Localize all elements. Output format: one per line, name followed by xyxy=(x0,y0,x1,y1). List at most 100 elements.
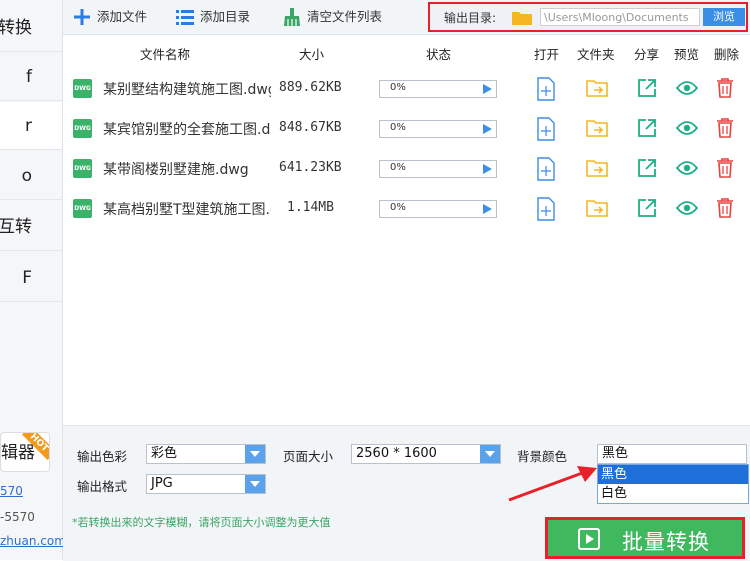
dropdown-option-white[interactable]: 白色 xyxy=(598,484,748,503)
sidebar-item-label: f xyxy=(26,67,32,87)
share-icon[interactable] xyxy=(637,198,657,218)
chevron-down-icon[interactable] xyxy=(726,445,746,463)
output-directory-bar: 输出目录: \Users\Mloong\Documents 浏览 xyxy=(428,2,748,32)
sidebar-item-3-active[interactable]: r xyxy=(0,102,62,150)
dwg-file-icon: DWG xyxy=(73,159,92,178)
batch-convert-button[interactable]: 批量转换 xyxy=(545,517,745,559)
sidebar-item-mutual-convert[interactable]: 互转 xyxy=(0,203,62,251)
file-size: 641.23KB xyxy=(279,160,342,175)
file-name: 某别墅结构建筑施工图.dwg xyxy=(103,82,271,98)
output-color-select[interactable]: 彩色 xyxy=(146,444,266,464)
clear-list-button[interactable]: 清空文件列表 xyxy=(283,0,403,34)
website-link[interactable]: zhuan.com xyxy=(0,534,66,548)
blur-hint-text: *若转换出来的文字模糊，请将页面大小调整为更大值 xyxy=(72,516,331,529)
chevron-down-icon[interactable] xyxy=(480,445,500,463)
editor-promo-label: 辑器 xyxy=(1,443,35,463)
output-format-select[interactable]: JPG xyxy=(146,474,266,494)
output-format-label: 输出格式 xyxy=(77,479,128,494)
output-format-value: JPG xyxy=(151,476,173,491)
background-color-dropdown: 黑色 白色 xyxy=(597,464,749,504)
share-icon[interactable] xyxy=(637,158,657,178)
open-file-icon[interactable] xyxy=(537,157,555,181)
open-folder-icon[interactable] xyxy=(586,199,608,217)
file-size: 848.67KB xyxy=(279,120,342,135)
output-path-input[interactable]: \Users\Mloong\Documents xyxy=(540,8,700,26)
page-size-label: 页面大小 xyxy=(283,449,334,464)
list-icon xyxy=(176,10,194,25)
sidebar-item-convert[interactable]: 转换 xyxy=(0,4,62,52)
background-color-select[interactable]: 黑色 xyxy=(597,444,747,464)
sidebar-item-label: F xyxy=(22,268,32,288)
open-folder-icon[interactable] xyxy=(586,119,608,137)
page-size-select[interactable]: 2560 * 1600 xyxy=(351,444,501,464)
file-name: 某宾馆别墅的全套施工图.dwg xyxy=(103,122,271,138)
chevron-down-icon[interactable] xyxy=(245,475,265,493)
sidebar: 转换 f r o 互转 F xyxy=(0,0,63,560)
sidebar-item-4[interactable]: o xyxy=(0,152,62,200)
header-name: 文件名称 xyxy=(140,47,191,62)
sidebar-item-label: o xyxy=(21,166,32,186)
add-dir-label: 添加目录 xyxy=(200,9,251,24)
editor-promo-button[interactable]: 辑器 HOT xyxy=(0,432,50,472)
browse-button[interactable]: 浏览 xyxy=(703,8,745,26)
share-icon[interactable] xyxy=(637,78,657,98)
add-file-label: 添加文件 xyxy=(97,9,148,24)
file-row[interactable]: DWG 某宾馆别墅的全套施工图.dwg 848.67KB 0% xyxy=(63,109,750,149)
annotation-arrow-icon xyxy=(508,466,597,502)
file-row[interactable]: DWG 某高档别墅T型建筑施工图.dwg 1.14MB 0% xyxy=(63,189,750,229)
page-size-value: 2560 * 1600 xyxy=(356,446,437,461)
progress-bar: 0% xyxy=(379,120,497,138)
share-icon[interactable] xyxy=(637,118,657,138)
file-name: 某带阁楼别墅建施.dwg xyxy=(103,162,249,178)
open-file-icon[interactable] xyxy=(537,197,555,221)
file-row[interactable]: DWG 某带阁楼别墅建施.dwg 641.23KB 0% xyxy=(63,149,750,189)
preview-eye-icon[interactable] xyxy=(676,120,698,136)
plus-icon xyxy=(74,9,90,25)
folder-icon[interactable] xyxy=(512,10,532,25)
play-icon xyxy=(578,528,600,550)
progress-bar: 0% xyxy=(379,80,497,98)
open-folder-icon[interactable] xyxy=(586,79,608,97)
progress-bar: 0% xyxy=(379,160,497,178)
header-delete: 删除 xyxy=(714,47,740,62)
chevron-down-icon[interactable] xyxy=(245,445,265,463)
dwg-file-icon: DWG xyxy=(73,199,92,218)
sidebar-item-label: r xyxy=(25,116,32,136)
header-status: 状态 xyxy=(426,47,452,62)
file-row[interactable]: DWG 某别墅结构建筑施工图.dwg 889.62KB 0% xyxy=(63,69,750,109)
start-convert-icon[interactable] xyxy=(483,84,492,94)
start-convert-icon[interactable] xyxy=(483,204,492,214)
open-file-icon[interactable] xyxy=(537,77,555,101)
phone-text: -5570 xyxy=(0,510,35,524)
delete-trash-icon[interactable] xyxy=(716,78,734,98)
progress-bar: 0% xyxy=(379,200,497,218)
file-size: 1.14MB xyxy=(287,200,334,215)
progress-text: 0% xyxy=(390,122,406,133)
delete-trash-icon[interactable] xyxy=(716,198,734,218)
preview-eye-icon[interactable] xyxy=(676,200,698,216)
preview-eye-icon[interactable] xyxy=(676,160,698,176)
header-open: 打开 xyxy=(534,47,560,62)
sidebar-item-2[interactable]: f xyxy=(0,53,62,101)
preview-eye-icon[interactable] xyxy=(676,80,698,96)
open-folder-icon[interactable] xyxy=(586,159,608,177)
start-convert-icon[interactable] xyxy=(483,164,492,174)
progress-text: 0% xyxy=(390,82,406,93)
clear-list-label: 清空文件列表 xyxy=(307,9,383,24)
header-size: 大小 xyxy=(299,47,325,62)
header-preview: 预览 xyxy=(674,47,700,62)
delete-trash-icon[interactable] xyxy=(716,158,734,178)
file-size: 889.62KB xyxy=(279,80,342,95)
add-dir-button[interactable]: 添加目录 xyxy=(176,0,276,34)
file-name: 某高档别墅T型建筑施工图.dwg xyxy=(103,202,271,218)
dwg-file-icon: DWG xyxy=(73,119,92,138)
add-file-button[interactable]: 添加文件 xyxy=(73,0,163,34)
open-file-icon[interactable] xyxy=(537,117,555,141)
phone-link[interactable]: 570 xyxy=(0,484,23,498)
sidebar-item-label: 转换 xyxy=(0,18,32,38)
sidebar-item-6[interactable]: F xyxy=(0,254,62,302)
dropdown-option-black[interactable]: 黑色 xyxy=(598,465,748,484)
header-share: 分享 xyxy=(634,47,660,62)
start-convert-icon[interactable] xyxy=(483,124,492,134)
delete-trash-icon[interactable] xyxy=(716,118,734,138)
